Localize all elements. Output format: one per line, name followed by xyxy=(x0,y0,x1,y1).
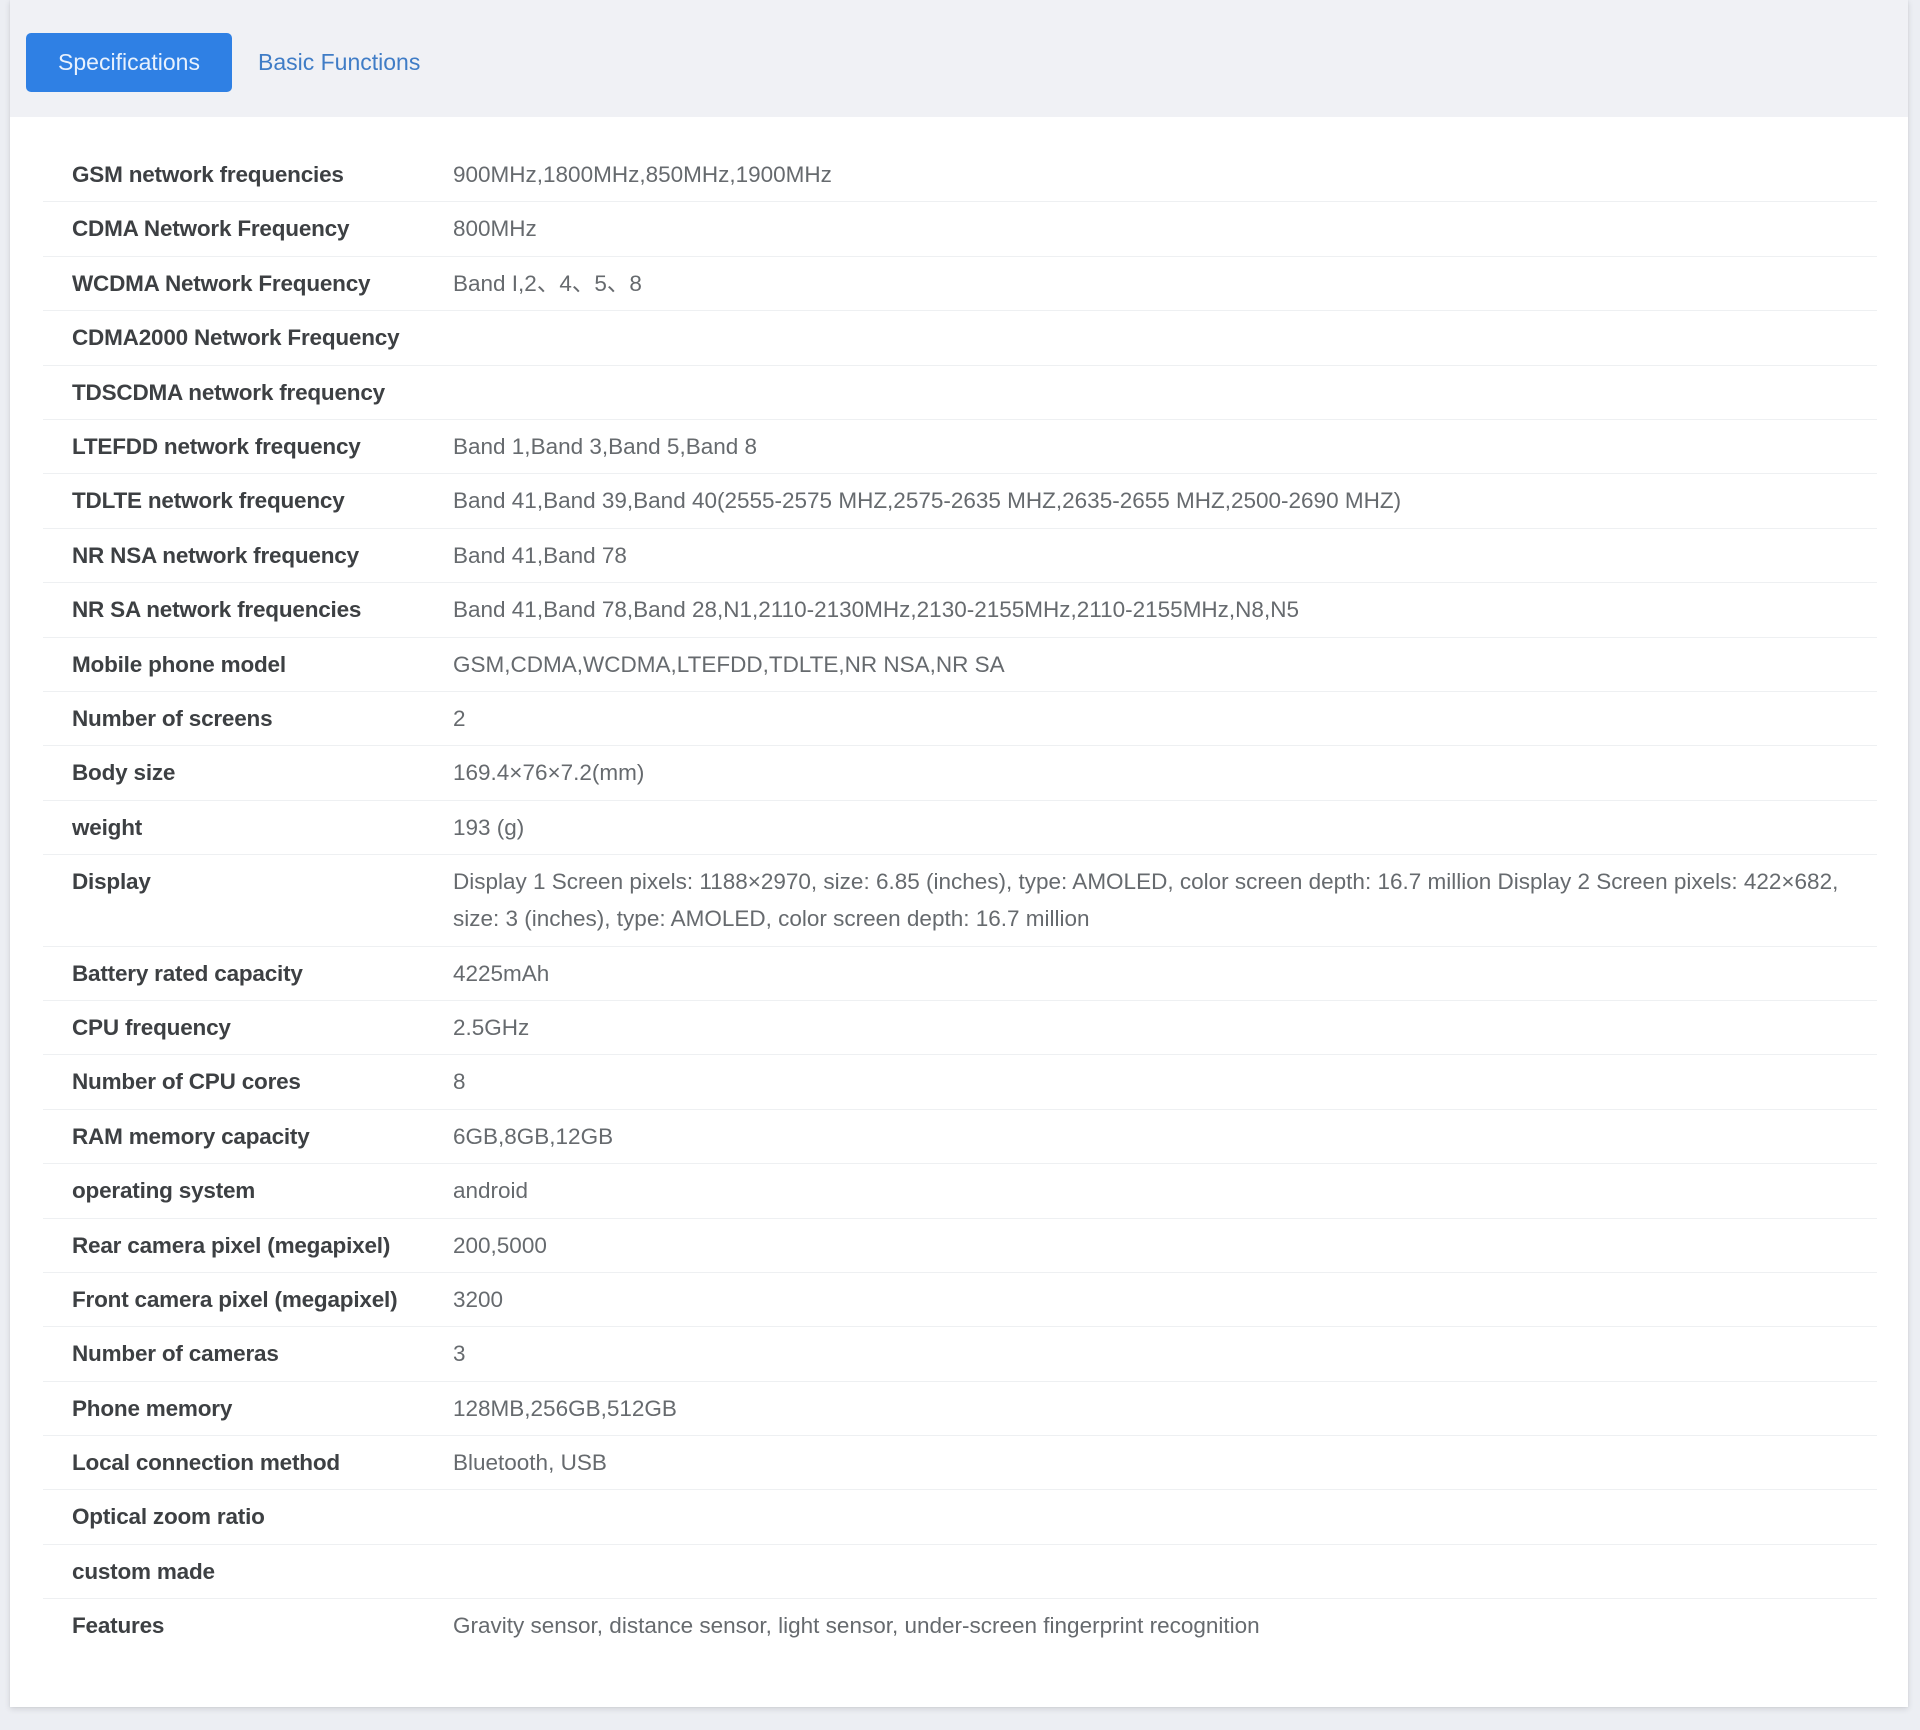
tab-specifications[interactable]: Specifications xyxy=(26,33,232,92)
spec-value: Band 1,Band 3,Band 5,Band 8 xyxy=(453,433,758,459)
spec-label: Number of cameras xyxy=(72,1341,279,1367)
spec-value: 2 xyxy=(453,705,466,731)
spec-label: CDMA Network Frequency xyxy=(72,216,350,242)
spec-row-nr-nsa: NR NSA network frequency Band 41,Band 78 xyxy=(43,529,1877,584)
spec-label: Front camera pixel (megapixel) xyxy=(72,1286,398,1312)
spec-row-front-camera: Front camera pixel (megapixel) 3200 xyxy=(43,1273,1877,1328)
spec-value: Band 41,Band 78,Band 28,N1,2110-2130MHz,… xyxy=(453,597,1299,623)
spec-row-tdlte: TDLTE network frequency Band 41,Band 39,… xyxy=(43,474,1877,529)
spec-row-phone-memory: Phone memory 128MB,256GB,512GB xyxy=(43,1382,1877,1437)
spec-row-features: Features Gravity sensor, distance sensor… xyxy=(43,1599,1877,1653)
spec-row-optical-zoom: Optical zoom ratio xyxy=(43,1490,1877,1545)
spec-label: CPU frequency xyxy=(72,1014,231,1040)
spec-row-weight: weight 193 (g) xyxy=(43,801,1877,856)
spec-value: Bluetooth, USB xyxy=(453,1450,607,1476)
spec-label: WCDMA Network Frequency xyxy=(72,270,371,296)
spec-label: Battery rated capacity xyxy=(72,960,303,986)
spec-row-connection: Local connection method Bluetooth, USB xyxy=(43,1436,1877,1491)
spec-label: NR NSA network frequency xyxy=(72,542,359,568)
spec-row-cpu-frequency: CPU frequency 2.5GHz xyxy=(43,1001,1877,1056)
spec-label: custom made xyxy=(72,1558,215,1584)
spec-label: Optical zoom ratio xyxy=(72,1504,265,1530)
spec-value: Band I,2、4、5、8 xyxy=(453,270,642,296)
spec-label: Mobile phone model xyxy=(72,651,286,677)
spec-label: Number of screens xyxy=(72,705,273,731)
spec-row-wcdma: WCDMA Network Frequency Band I,2、4、5、8 xyxy=(43,257,1877,312)
spec-value: GSM,CDMA,WCDMA,LTEFDD,TDLTE,NR NSA,NR SA xyxy=(453,651,1005,677)
spec-label: NR SA network frequencies xyxy=(72,597,362,623)
spec-row-cdma: CDMA Network Frequency 800MHz xyxy=(43,202,1877,257)
spec-row-battery: Battery rated capacity 4225mAh xyxy=(43,947,1877,1001)
tab-bar: Specifications Basic Functions xyxy=(10,0,1908,117)
spec-label: LTEFDD network frequency xyxy=(72,433,361,459)
spec-value: Band 41,Band 39,Band 40(2555-2575 MHZ,25… xyxy=(453,488,1402,514)
spec-row-custom-made: custom made xyxy=(43,1545,1877,1600)
spec-value: 8 xyxy=(453,1069,466,1095)
spec-row-cpu-cores: Number of CPU cores 8 xyxy=(43,1055,1877,1110)
spec-value: 900MHz,1800MHz,850MHz,1900MHz xyxy=(453,162,832,187)
tab-basic-functions[interactable]: Basic Functions xyxy=(234,33,444,92)
spec-label: TDLTE network frequency xyxy=(72,488,345,514)
spec-value: android xyxy=(453,1178,529,1204)
spec-label: Body size xyxy=(72,760,176,786)
spec-row-phone-model: Mobile phone model GSM,CDMA,WCDMA,LTEFDD… xyxy=(43,638,1877,692)
spec-label: weight xyxy=(72,814,143,840)
spec-row-gsm: GSM network frequencies 900MHz,1800MHz,8… xyxy=(43,148,1877,203)
spec-row-screens: Number of screens 2 xyxy=(43,692,1877,747)
spec-label: Features xyxy=(72,1613,165,1639)
spec-label: GSM network frequencies xyxy=(72,162,344,187)
spec-row-tdscdma: TDSCDMA network frequency xyxy=(43,366,1877,420)
spec-label: Phone memory xyxy=(72,1395,233,1421)
spec-label: Display xyxy=(72,869,151,895)
spec-label: CDMA2000 Network Frequency xyxy=(72,325,400,351)
spec-label: Local connection method xyxy=(72,1450,340,1476)
spec-label: Rear camera pixel (megapixel) xyxy=(72,1232,391,1258)
spec-label: TDSCDMA network frequency xyxy=(72,379,385,405)
spec-row-rear-camera: Rear camera pixel (megapixel) 200,5000 xyxy=(43,1219,1877,1273)
spec-value: 128MB,256GB,512GB xyxy=(453,1395,677,1421)
spec-panel: Specifications Basic Functions GSM netwo… xyxy=(10,0,1908,1707)
spec-value: 6GB,8GB,12GB xyxy=(453,1123,614,1149)
spec-value: 169.4×76×7.2(mm) xyxy=(453,760,645,786)
spec-value: 193 (g) xyxy=(453,814,525,840)
spec-value: 3 xyxy=(453,1341,466,1367)
spec-row-cdma2000: CDMA2000 Network Frequency xyxy=(43,311,1877,366)
spec-value: 3200 xyxy=(453,1286,504,1312)
spec-row-nr-sa: NR SA network frequencies Band 41,Band 7… xyxy=(43,583,1877,638)
spec-row-cameras: Number of cameras 3 xyxy=(43,1327,1877,1382)
spec-value: 200,5000 xyxy=(453,1232,547,1258)
spec-row-body-size: Body size 169.4×76×7.2(mm) xyxy=(43,746,1877,801)
spec-value: Band 41,Band 78 xyxy=(453,542,627,568)
spec-row-os: operating system android xyxy=(43,1164,1877,1219)
spec-value: 2.5GHz xyxy=(453,1014,530,1040)
spec-table: GSM network frequencies 900MHz,1800MHz,8… xyxy=(43,148,1877,1654)
spec-value: 4225mAh xyxy=(453,960,550,986)
spec-row-ltefdd: LTEFDD network frequency Band 1,Band 3,B… xyxy=(43,420,1877,475)
spec-value: 800MHz xyxy=(453,216,537,242)
spec-label: operating system xyxy=(72,1178,256,1204)
spec-row-ram: RAM memory capacity 6GB,8GB,12GB xyxy=(43,1110,1877,1165)
spec-value: Display 1 Screen pixels: 1188×2970, size… xyxy=(453,869,1839,932)
spec-label: Number of CPU cores xyxy=(72,1069,301,1095)
spec-label: RAM memory capacity xyxy=(72,1123,310,1149)
spec-row-display: Display Display 1 Screen pixels: 1188×29… xyxy=(43,855,1877,947)
spec-value: Gravity sensor, distance sensor, light s… xyxy=(453,1613,1260,1639)
